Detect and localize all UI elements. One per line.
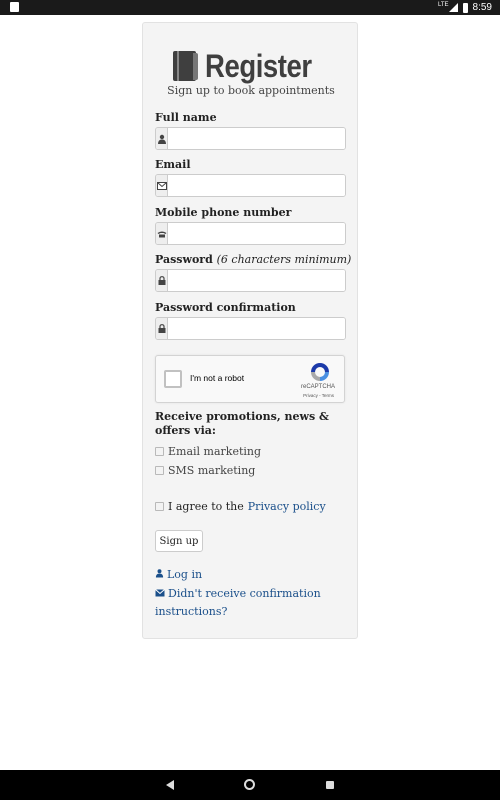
sms-marketing-label: SMS marketing [168, 464, 256, 477]
phone-label: Mobile phone number [155, 206, 292, 219]
status-bar: LTE 8:59 [0, 0, 500, 15]
status-time: 8:59 [472, 2, 492, 13]
page-title: Register [204, 48, 312, 84]
password-label-text: Password [155, 253, 213, 266]
password-confirmation-group [155, 317, 346, 340]
envelope-icon [156, 175, 168, 196]
user-icon [155, 566, 164, 584]
privacy-agreement: I agree to the Privacy policy [155, 500, 326, 513]
password-confirmation-label: Password confirmation [155, 301, 296, 314]
android-nav-bar [0, 770, 500, 800]
phone-icon [156, 223, 168, 244]
password-confirmation-input[interactable] [168, 318, 345, 339]
recents-icon[interactable] [326, 781, 334, 789]
login-link[interactable]: Log in [167, 568, 202, 581]
full-name-label: Full name [155, 111, 217, 124]
email-label: Email [155, 158, 191, 171]
email-marketing-label: Email marketing [168, 445, 262, 458]
password-hint: (6 characters minimum) [216, 253, 352, 266]
promotions-heading: Receive promotions, news & offers via: [155, 410, 329, 437]
password-group [155, 269, 346, 292]
lock-icon [156, 318, 168, 339]
email-marketing-option[interactable]: Email marketing [155, 445, 261, 458]
email-group [155, 174, 346, 197]
recaptcha-brand: reCAPTCHA [300, 384, 335, 390]
full-name-input[interactable] [168, 128, 345, 149]
password-label: Password (6 characters minimum) [155, 253, 351, 266]
recaptcha-widget: I'm not a robot reCAPTCHA Privacy - Term… [155, 355, 345, 403]
recaptcha-terms[interactable]: Privacy - Terms [303, 393, 334, 398]
phone-group [155, 222, 346, 245]
full-name-group [155, 127, 346, 150]
sd-card-icon [10, 2, 19, 12]
lock-icon [156, 270, 168, 291]
privacy-agreement-prefix: I agree to the [168, 500, 244, 513]
book-icon [172, 51, 199, 81]
register-card: Register Sign up to book appointments Fu… [142, 22, 358, 639]
sign-up-button[interactable]: Sign up [155, 530, 203, 552]
status-indicators: LTE 8:59 [438, 0, 492, 15]
user-icon [156, 128, 168, 149]
recaptcha-logo-icon [311, 363, 329, 381]
home-icon[interactable] [244, 779, 255, 790]
signal-icon [448, 3, 458, 12]
recaptcha-checkbox[interactable] [164, 370, 182, 388]
envelope-icon [155, 585, 165, 603]
page-header: Register [143, 49, 359, 83]
sms-marketing-option[interactable]: SMS marketing [155, 464, 255, 477]
password-input[interactable] [168, 270, 345, 291]
phone-input[interactable] [168, 223, 345, 244]
login-link-row[interactable]: Log in [155, 566, 202, 584]
email-marketing-checkbox[interactable] [155, 447, 164, 456]
sms-marketing-checkbox[interactable] [155, 466, 164, 475]
resend-confirmation-row[interactable]: Didn't receive confirmation instructions… [155, 585, 330, 621]
email-input[interactable] [168, 175, 345, 196]
resend-confirmation-link[interactable]: Didn't receive confirmation instructions… [155, 587, 321, 618]
network-type: LTE [437, 1, 449, 8]
back-icon[interactable] [166, 780, 174, 790]
privacy-agreement-checkbox[interactable] [155, 502, 164, 511]
page-subtitle: Sign up to book appointments [167, 84, 335, 97]
recaptcha-label: I'm not a robot [190, 373, 245, 383]
privacy-policy-link[interactable]: Privacy policy [248, 500, 326, 513]
battery-icon [462, 2, 468, 13]
